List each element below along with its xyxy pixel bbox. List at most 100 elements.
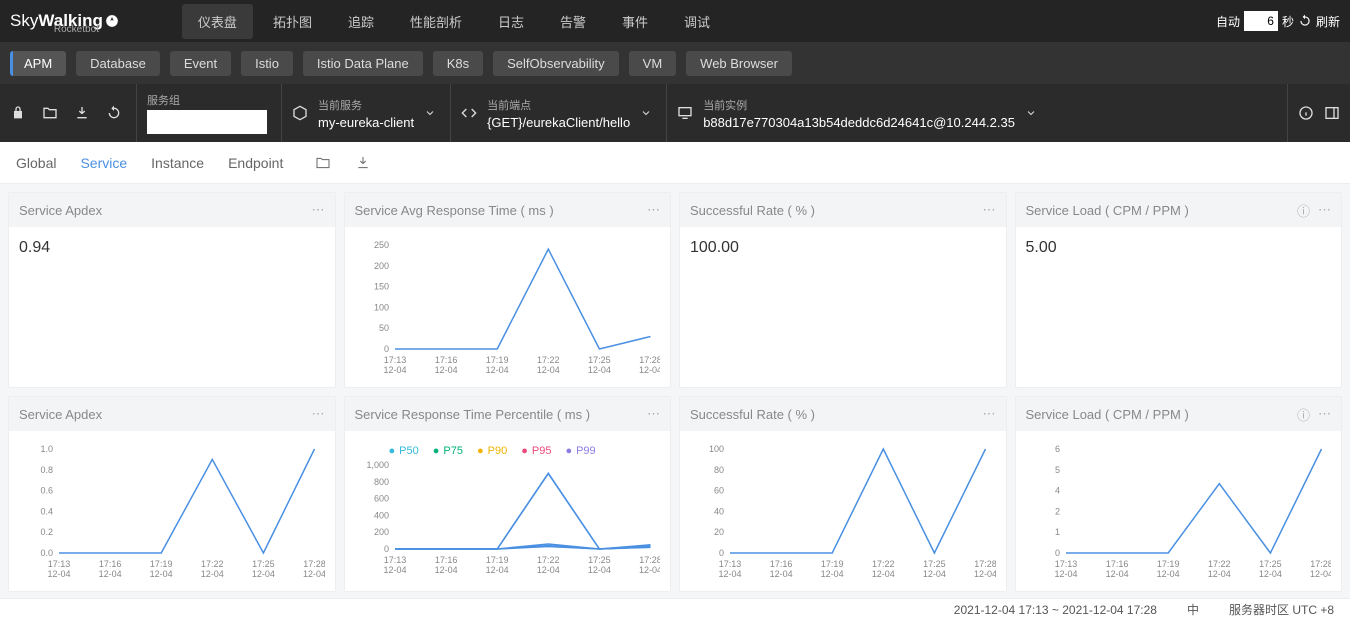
svg-text:100: 100 <box>709 444 724 454</box>
dashboard-tabs: Global Service Instance Endpoint <box>0 142 1350 184</box>
nav-log[interactable]: 日志 <box>482 4 540 39</box>
sub-tabs-bar: APM Database Event Istio Istio Data Plan… <box>0 42 1350 84</box>
chevron-down-icon[interactable] <box>1025 107 1037 119</box>
subtab-webbrowser[interactable]: Web Browser <box>686 51 792 76</box>
nav-debug[interactable]: 调试 <box>668 4 726 39</box>
svg-text:12-04: 12-04 <box>1156 569 1179 579</box>
info-icon[interactable]: ⓘ <box>1297 201 1310 220</box>
subtab-event[interactable]: Event <box>170 51 231 76</box>
subtab-apm[interactable]: APM <box>10 51 66 76</box>
more-icon[interactable]: ⋯ <box>312 406 325 422</box>
svg-text:17:28: 17:28 <box>639 355 660 365</box>
svg-text:12-04: 12-04 <box>383 565 406 575</box>
svg-text:12-04: 12-04 <box>434 365 457 375</box>
tab-instance[interactable]: Instance <box>151 155 204 171</box>
svg-text:17:22: 17:22 <box>201 559 224 569</box>
svg-text:17:25: 17:25 <box>588 555 611 565</box>
refresh-input[interactable] <box>1244 11 1278 31</box>
svg-text:17:16: 17:16 <box>434 355 457 365</box>
download-icon[interactable] <box>74 105 90 121</box>
subtab-database[interactable]: Database <box>76 51 160 76</box>
more-icon[interactable]: ⋯ <box>983 406 996 422</box>
lock-icon[interactable] <box>10 105 26 121</box>
card-service-apdex-kpi: Service Apdex⋯ 0.94 <box>8 192 336 388</box>
monitor-icon <box>677 105 693 121</box>
nav-alarm[interactable]: 告警 <box>544 4 602 39</box>
svg-text:17:25: 17:25 <box>588 355 611 365</box>
svg-text:12-04: 12-04 <box>718 569 741 579</box>
chart-apdex: 0.00.20.40.60.81.017:1312-0417:1612-0417… <box>19 441 325 581</box>
chevron-down-icon[interactable] <box>640 107 652 119</box>
instance-label: 当前实例 <box>703 97 1015 113</box>
package-icon <box>292 105 308 121</box>
svg-text:17:13: 17:13 <box>383 555 406 565</box>
kpi-value: 100.00 <box>680 227 1006 267</box>
nav-trace[interactable]: 追踪 <box>332 4 390 39</box>
svg-text:17:28: 17:28 <box>303 559 324 569</box>
svg-text:0.0: 0.0 <box>40 548 53 558</box>
svg-text:12-04: 12-04 <box>303 569 325 579</box>
svg-text:12-04: 12-04 <box>485 365 508 375</box>
chevron-down-icon[interactable] <box>424 107 436 119</box>
refresh-icon[interactable] <box>1298 14 1312 28</box>
refresh-box: 自动 秒 刷新 <box>1216 11 1340 31</box>
nav-topology[interactable]: 拓扑图 <box>257 4 328 39</box>
svg-text:17:16: 17:16 <box>770 559 793 569</box>
svg-text:12-04: 12-04 <box>587 565 610 575</box>
chart-avg-response: 05010015020025017:1312-0417:1612-0417:19… <box>355 237 661 377</box>
service-label: 当前服务 <box>318 97 414 113</box>
svg-text:2: 2 <box>1054 506 1059 516</box>
svg-text:0: 0 <box>1054 548 1059 558</box>
subtab-selfobs[interactable]: SelfObservability <box>493 51 619 76</box>
tab-endpoint[interactable]: Endpoint <box>228 155 283 171</box>
card-successful-rate-kpi: Successful Rate ( % )⋯ 100.00 <box>679 192 1007 388</box>
more-icon[interactable]: ⋯ <box>647 202 660 218</box>
svg-text:1,000: 1,000 <box>366 460 389 470</box>
subtab-istio-data-plane[interactable]: Istio Data Plane <box>303 51 423 76</box>
more-icon[interactable]: ⋯ <box>1318 406 1331 422</box>
svg-text:200: 200 <box>373 261 388 271</box>
selector-instance[interactable]: 当前实例 b88d17e770304a13b54deddc6d24641c@10… <box>677 84 1288 142</box>
svg-text:12-04: 12-04 <box>872 569 895 579</box>
svg-text:17:19: 17:19 <box>485 355 508 365</box>
time-range[interactable]: 2021-12-04 17:13 ~ 2021-12-04 17:28 <box>954 603 1157 617</box>
svg-text:17:22: 17:22 <box>872 559 895 569</box>
nav-profile[interactable]: 性能剖析 <box>394 4 478 39</box>
reload-icon[interactable] <box>106 105 122 121</box>
code-icon <box>461 105 477 121</box>
nav-dashboard[interactable]: 仪表盘 <box>182 4 253 39</box>
refresh-auto-label: 自动 <box>1216 13 1240 30</box>
lang-switch[interactable]: 中 <box>1187 601 1199 618</box>
tab-service[interactable]: Service <box>80 155 127 171</box>
nav-event[interactable]: 事件 <box>606 4 664 39</box>
endpoint-value: {GET}/eurekaClient/hello <box>487 115 630 130</box>
svg-text:1: 1 <box>1054 527 1059 537</box>
selector-endpoint[interactable]: 当前端点 {GET}/eurekaClient/hello <box>461 84 667 142</box>
selector-icons <box>10 84 137 142</box>
more-icon[interactable]: ⋯ <box>312 202 325 218</box>
svg-text:17:13: 17:13 <box>719 559 742 569</box>
svg-text:50: 50 <box>378 323 388 333</box>
download-icon[interactable] <box>355 155 371 171</box>
svg-text:0.2: 0.2 <box>40 527 53 537</box>
group-input[interactable] <box>147 110 267 134</box>
info-icon[interactable]: ⓘ <box>1297 405 1310 424</box>
selector-group[interactable]: 服务组 <box>147 84 282 142</box>
svg-text:0.4: 0.4 <box>40 506 53 516</box>
tab-global[interactable]: Global <box>16 155 56 171</box>
folder-icon[interactable] <box>42 105 58 121</box>
info-icon[interactable] <box>1298 105 1314 121</box>
folder-icon[interactable] <box>315 155 331 171</box>
selector-service[interactable]: 当前服务 my-eureka-client <box>292 84 451 142</box>
subtab-vm[interactable]: VM <box>629 51 677 76</box>
more-icon[interactable]: ⋯ <box>647 406 660 422</box>
svg-text:12-04: 12-04 <box>201 569 224 579</box>
subtab-k8s[interactable]: K8s <box>433 51 483 76</box>
sidebar-toggle-icon[interactable] <box>1324 105 1340 121</box>
svg-text:12-04: 12-04 <box>150 569 173 579</box>
subtab-istio[interactable]: Istio <box>241 51 293 76</box>
card-service-apdex-chart: Service Apdex⋯ 0.00.20.40.60.81.017:1312… <box>8 396 336 592</box>
more-icon[interactable]: ⋯ <box>1318 202 1331 218</box>
svg-text:12-04: 12-04 <box>1207 569 1230 579</box>
more-icon[interactable]: ⋯ <box>983 202 996 218</box>
